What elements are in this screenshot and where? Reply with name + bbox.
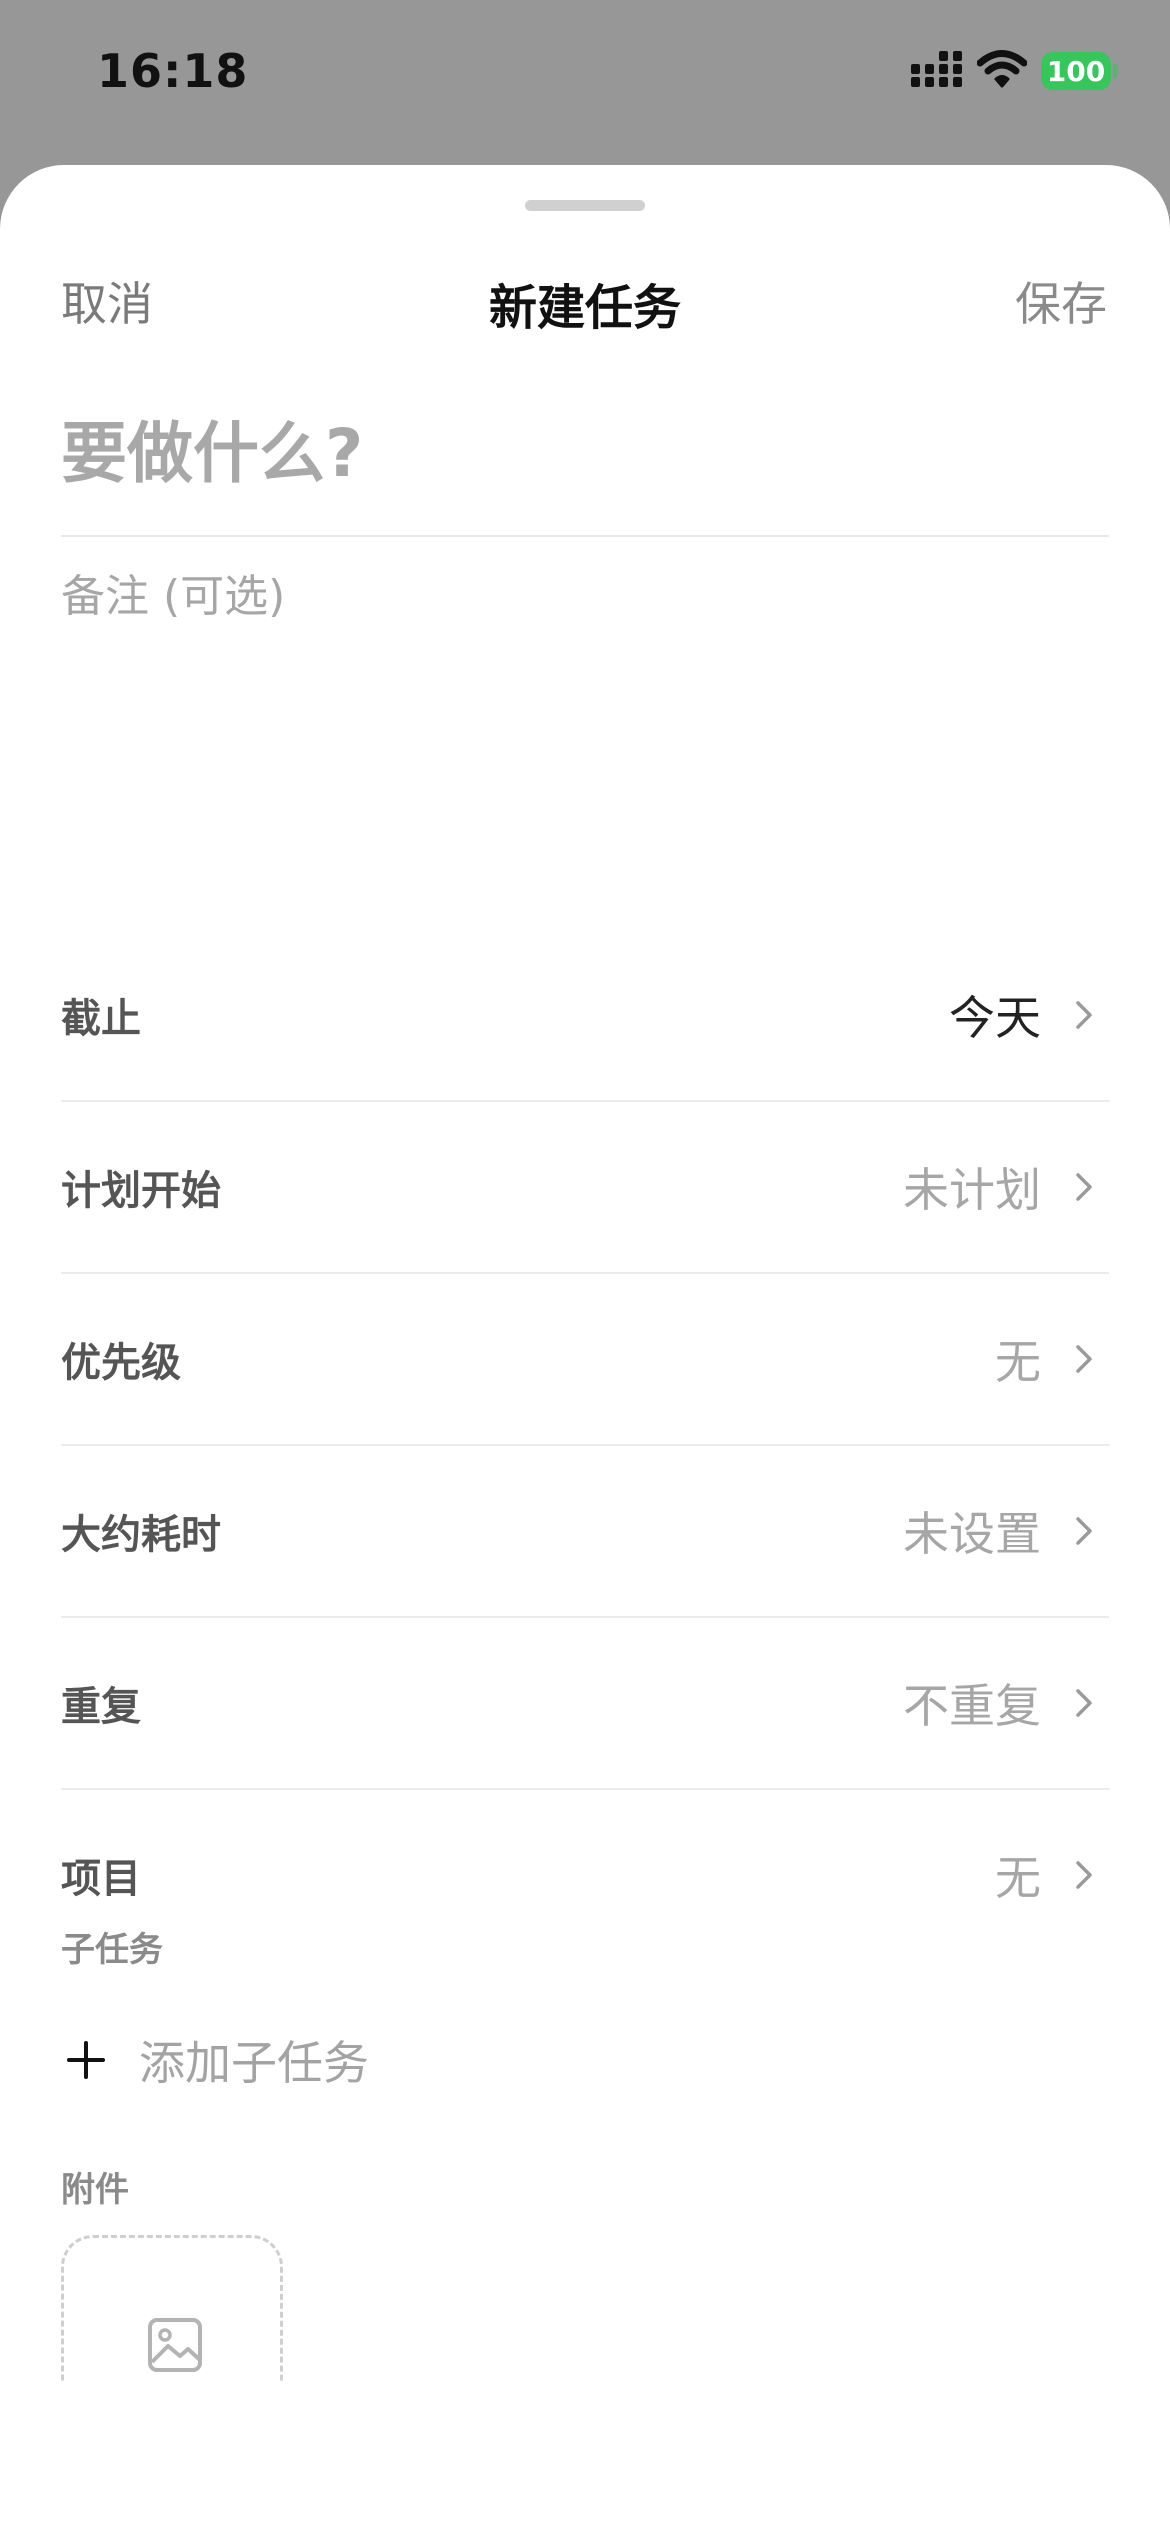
chevron-right-icon [1076, 1001, 1092, 1029]
sheet-grabber[interactable] [525, 200, 645, 211]
battery-level: 100 [1041, 52, 1111, 90]
deadline-label: 截止 [61, 996, 141, 1042]
page-title: 新建任务 [488, 280, 681, 336]
planned-start-label: 计划开始 [61, 1168, 221, 1214]
status-time: 16:18 [97, 44, 249, 98]
repeat-label: 重复 [61, 1684, 141, 1730]
task-notes-input[interactable] [61, 560, 1109, 820]
planned-start-row[interactable]: 计划开始 未计划 [61, 1102, 1109, 1274]
project-value: 无 [995, 1851, 1041, 1905]
estimated-duration-row[interactable]: 大约耗时 未设置 [61, 1446, 1109, 1618]
add-subtask-button[interactable]: 添加子任务 [61, 2020, 369, 2100]
chevron-right-icon [1076, 1861, 1092, 1889]
planned-start-value: 未计划 [903, 1163, 1041, 1217]
new-task-sheet: 取消 新建任务 保存 截止 今天 计划开始 未计划 优先级 无 大约耗 [0, 165, 1170, 2532]
task-settings-list: 截止 今天 计划开始 未计划 优先级 无 大约耗时 未设置 重复 不重复 项目 … [61, 930, 1109, 1960]
repeat-row[interactable]: 重复 不重复 [61, 1618, 1109, 1790]
image-icon [148, 2318, 202, 2372]
add-attachment-button[interactable] [61, 2235, 283, 2382]
priority-row[interactable]: 优先级 无 [61, 1274, 1109, 1446]
priority-value: 无 [995, 1335, 1041, 1389]
estimated-duration-label: 大约耗时 [61, 1512, 221, 1558]
priority-label: 优先级 [61, 1340, 181, 1386]
cancel-button[interactable]: 取消 [61, 268, 153, 334]
signal-icon [911, 51, 963, 91]
attachments-section-label: 附件 [61, 2170, 129, 2210]
subtasks-section-label: 子任务 [61, 1930, 163, 1970]
task-title-input[interactable] [61, 403, 1109, 503]
chevron-right-icon [1076, 1173, 1092, 1201]
status-icons: 100 [911, 50, 1118, 92]
status-bar: 16:18 100 [0, 0, 1170, 150]
estimated-duration-value: 未设置 [903, 1507, 1041, 1561]
wifi-icon [976, 50, 1028, 92]
chevron-right-icon [1076, 1345, 1092, 1373]
add-subtask-label: 添加子任务 [139, 2036, 369, 2090]
title-divider [61, 535, 1109, 537]
chevron-right-icon [1076, 1517, 1092, 1545]
attachments-area [0, 2235, 1170, 2382]
repeat-value: 不重复 [903, 1679, 1041, 1733]
save-button[interactable]: 保存 [1015, 268, 1107, 334]
plus-icon [67, 2041, 105, 2079]
chevron-right-icon [1076, 1689, 1092, 1717]
project-row[interactable]: 项目 无 [61, 1790, 1109, 1960]
deadline-value: 今天 [949, 991, 1041, 1045]
battery-indicator: 100 [1041, 52, 1118, 90]
project-label: 项目 [61, 1856, 141, 1902]
deadline-row[interactable]: 截止 今天 [61, 930, 1109, 1102]
battery-tip [1113, 64, 1118, 78]
